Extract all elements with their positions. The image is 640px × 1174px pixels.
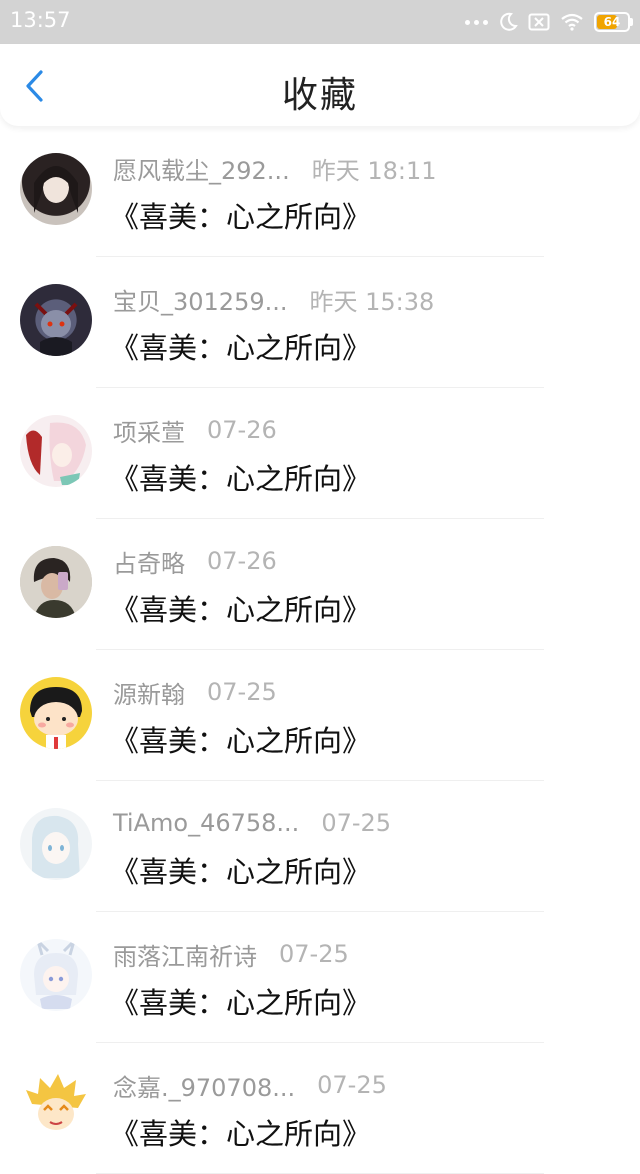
item-meta: 雨落江南祈诗 07-25 [113, 937, 349, 972]
avatar[interactable] [20, 153, 92, 225]
avatar[interactable] [20, 415, 92, 487]
avatar[interactable] [20, 284, 92, 356]
list-item[interactable]: 源新翰 07-25 《喜美：心之所向》 [0, 650, 640, 781]
list-item[interactable]: TiAmo_46758... 07-25 《喜美：心之所向》 [0, 781, 640, 912]
item-date: 07-26 [207, 416, 277, 444]
user-name[interactable]: 宝贝_301259... [113, 282, 288, 317]
item-meta: 宝贝_301259... 昨天 15:38 [113, 282, 435, 317]
item-date: 07-25 [279, 940, 349, 968]
status-icons: 64 [465, 8, 633, 36]
item-meta: 占奇略 07-26 [113, 544, 277, 579]
more-dots-icon [465, 19, 488, 25]
work-title[interactable]: 《喜美：心之所向》 [110, 849, 371, 891]
battery-level: 64 [603, 15, 621, 29]
user-name[interactable]: 念嘉._970708... [113, 1068, 295, 1103]
item-meta: 项采萱 07-26 [113, 413, 277, 448]
avatar[interactable] [20, 677, 92, 749]
work-title[interactable]: 《喜美：心之所向》 [110, 194, 371, 236]
status-time: 13:57 [10, 8, 71, 32]
item-meta: 源新翰 07-25 [113, 675, 277, 710]
list-item[interactable]: 宝贝_301259... 昨天 15:38 《喜美：心之所向》 [0, 257, 640, 388]
no-sim-icon [528, 13, 550, 31]
item-date: 07-25 [321, 809, 392, 837]
moon-icon [500, 12, 518, 31]
item-meta: 念嘉._970708... 07-25 [113, 1068, 387, 1103]
user-name[interactable]: TiAmo_46758... [113, 809, 299, 837]
avatar[interactable] [20, 546, 92, 618]
header: 收藏 [0, 44, 640, 126]
item-date: 昨天 15:38 [309, 287, 435, 316]
user-name[interactable]: 愿风载尘_292... [113, 151, 290, 186]
user-name[interactable]: 项采萱 [113, 413, 185, 448]
user-name[interactable]: 占奇略 [113, 544, 185, 579]
battery-icon: 64 [594, 12, 633, 32]
item-date: 07-25 [207, 678, 277, 706]
list-item[interactable]: 雨落江南祈诗 07-25 《喜美：心之所向》 [0, 912, 640, 1043]
list-item[interactable]: 项采萱 07-26 《喜美：心之所向》 [0, 388, 640, 519]
avatar[interactable] [20, 1070, 92, 1142]
avatar[interactable] [20, 808, 92, 880]
wifi-icon [561, 13, 583, 31]
item-meta: 愿风载尘_292... 昨天 18:11 [113, 151, 437, 186]
work-title[interactable]: 《喜美：心之所向》 [110, 456, 371, 498]
avatar[interactable] [20, 939, 92, 1011]
work-title[interactable]: 《喜美：心之所向》 [110, 980, 371, 1022]
work-title[interactable]: 《喜美：心之所向》 [110, 587, 371, 629]
page-title: 收藏 [281, 75, 358, 116]
work-title[interactable]: 《喜美：心之所向》 [110, 1111, 371, 1153]
list-item[interactable]: 愿风载尘_292... 昨天 18:11 《喜美：心之所向》 [0, 126, 640, 257]
status-bar: 13:57 64 [0, 0, 640, 44]
user-name[interactable]: 雨落江南祈诗 [113, 937, 257, 972]
item-date: 07-26 [207, 547, 277, 575]
favorites-list: 愿风载尘_292... 昨天 18:11 《喜美：心之所向》 宝贝_301259… [0, 126, 640, 1174]
user-name[interactable]: 源新翰 [113, 675, 185, 710]
work-title[interactable]: 《喜美：心之所向》 [110, 718, 371, 760]
item-meta: TiAmo_46758... 07-25 [113, 807, 391, 839]
item-date: 07-25 [317, 1071, 387, 1099]
item-date: 昨天 18:11 [311, 156, 437, 185]
list-item[interactable]: 念嘉._970708... 07-25 《喜美：心之所向》 [0, 1043, 640, 1174]
list-item[interactable]: 占奇略 07-26 《喜美：心之所向》 [0, 519, 640, 650]
work-title[interactable]: 《喜美：心之所向》 [110, 325, 371, 367]
